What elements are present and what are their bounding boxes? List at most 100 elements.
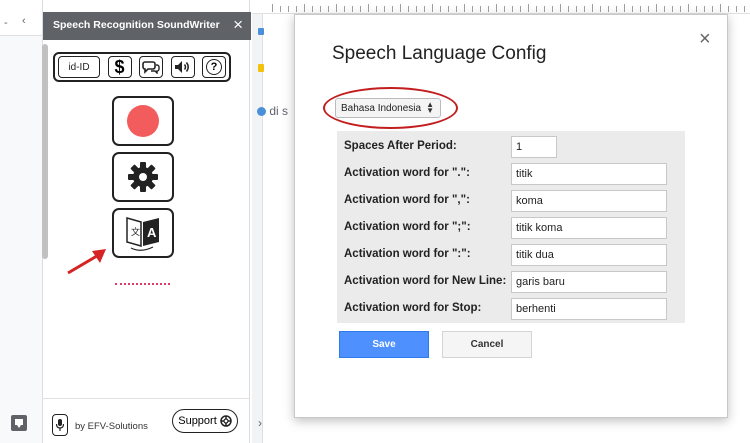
dialog-close-icon[interactable]: × xyxy=(699,29,711,49)
comment-icon[interactable] xyxy=(9,413,29,433)
ruler-tick xyxy=(296,6,297,12)
config-label: Spaces After Period: xyxy=(344,140,457,152)
stop-word-input[interactable] xyxy=(511,298,667,320)
ruler-tick xyxy=(688,4,689,12)
translate-icon: 文 A xyxy=(126,217,159,251)
ruler-tick xyxy=(368,4,369,12)
doc-globe-icon xyxy=(257,107,266,117)
ruler-tick xyxy=(704,6,705,12)
config-label: Activation word for ",": xyxy=(344,194,470,206)
ruler-tick xyxy=(448,6,449,12)
support-button[interactable]: Support xyxy=(172,409,238,433)
expand-chevron-icon[interactable]: › xyxy=(258,416,262,430)
config-label: Activation word for New Line: xyxy=(344,275,507,287)
ruler-tick xyxy=(736,6,737,12)
ruler-tick xyxy=(416,6,417,12)
new-line-word-input[interactable] xyxy=(511,271,667,293)
config-label: Activation word for ":": xyxy=(344,248,471,260)
speaker-button[interactable] xyxy=(170,56,195,78)
speech-language-config-dialog: Speech Language Config × Bahasa Indonesi… xyxy=(294,14,728,418)
document-page xyxy=(262,14,294,443)
config-label: Activation word for ";": xyxy=(344,221,471,233)
ruler-tick xyxy=(728,6,729,12)
chat-button[interactable] xyxy=(139,56,163,78)
config-row: Activation word for New Line: xyxy=(337,268,685,294)
config-fields-box: Spaces After Period: Activation word for… xyxy=(337,131,685,323)
progress-underline xyxy=(115,283,170,285)
sidebar-scrollbar[interactable] xyxy=(42,44,48,259)
annotation-arrow xyxy=(67,249,106,275)
ruler-tick xyxy=(384,6,385,12)
ruler-tick xyxy=(472,6,473,12)
ruler-tick xyxy=(568,6,569,12)
sidebar-close-icon[interactable]: × xyxy=(233,15,243,35)
ruler-tick xyxy=(272,4,273,12)
record-button[interactable] xyxy=(112,96,174,146)
ruler-tick xyxy=(696,6,697,12)
ruler-tick xyxy=(400,4,401,12)
ruler-tick xyxy=(720,4,721,12)
dollar-button[interactable]: $ xyxy=(107,56,132,78)
ruler-tick xyxy=(304,4,305,12)
ruler-tick xyxy=(528,4,529,12)
cancel-button[interactable]: Cancel xyxy=(442,331,532,358)
sidebar-title: Speech Recognition SoundWriter xyxy=(53,19,220,31)
ruler-tick xyxy=(376,6,377,12)
ruler-tick xyxy=(544,6,545,12)
ruler-tick xyxy=(424,6,425,12)
spaces-after-period-input[interactable] xyxy=(511,136,557,158)
sidebar-header: Speech Recognition SoundWriter × xyxy=(43,12,251,40)
doc-yellow-icon xyxy=(258,64,264,72)
ruler-tick xyxy=(312,6,313,12)
ruler-tick xyxy=(488,6,489,12)
config-row: Activation word for ",": xyxy=(337,187,685,213)
ruler-tick xyxy=(352,6,353,12)
ruler-tick xyxy=(744,6,745,12)
ruler-tick xyxy=(712,6,713,12)
config-row: Activation word for Stop: xyxy=(337,295,685,321)
ruler-tick xyxy=(432,4,433,12)
period-word-input[interactable] xyxy=(511,163,667,185)
colon-word-input[interactable] xyxy=(511,244,667,266)
ruler-tick xyxy=(456,6,457,12)
record-dot-icon xyxy=(127,105,159,137)
ruler-tick xyxy=(320,6,321,12)
doc-text-snippet: di s xyxy=(257,104,288,118)
doc-blue-icon xyxy=(258,28,264,35)
doc-left-topbar: - ‹ xyxy=(0,0,42,36)
ruler-tick xyxy=(464,4,465,12)
comma-word-input[interactable] xyxy=(511,190,667,212)
ruler-tick xyxy=(288,6,289,12)
speaker-icon xyxy=(174,61,189,73)
language-select[interactable]: Bahasa Indonesia ▲ ▼ xyxy=(335,98,441,118)
collapse-chevron-icon[interactable]: ‹ xyxy=(22,16,26,27)
lifebuoy-icon xyxy=(220,415,232,427)
ruler-tick xyxy=(336,4,337,12)
translate-button[interactable]: 文 A xyxy=(112,208,174,258)
ruler-tick xyxy=(624,4,625,12)
ruler-tick xyxy=(392,6,393,12)
config-row: Activation word for ";": xyxy=(337,214,685,240)
microphone-button[interactable] xyxy=(52,414,68,436)
settings-button[interactable] xyxy=(112,152,174,202)
document-ruler xyxy=(252,0,750,14)
doc-snippet-text: di s xyxy=(269,104,289,118)
ruler-tick xyxy=(608,6,609,12)
config-label: Activation word for Stop: xyxy=(344,302,482,314)
support-label: Support xyxy=(178,415,217,427)
ruler-tick xyxy=(408,6,409,12)
ruler-tick xyxy=(616,6,617,12)
semicolon-word-input[interactable] xyxy=(511,217,667,239)
byline-text: by EFV-Solutions xyxy=(75,421,148,432)
ruler-tick xyxy=(584,6,585,12)
ruler-tick xyxy=(328,6,329,12)
config-row: Activation word for ":": xyxy=(337,241,685,267)
config-label: Activation word for ".": xyxy=(344,167,470,179)
ruler-tick xyxy=(600,6,601,12)
help-button[interactable]: ? xyxy=(202,56,226,78)
ruler-tick xyxy=(480,6,481,12)
zoom-minus-button[interactable]: - xyxy=(4,18,8,29)
save-button[interactable]: Save xyxy=(339,331,429,358)
language-code-button[interactable]: id-ID xyxy=(58,56,100,78)
config-row: Spaces After Period: xyxy=(337,133,685,159)
